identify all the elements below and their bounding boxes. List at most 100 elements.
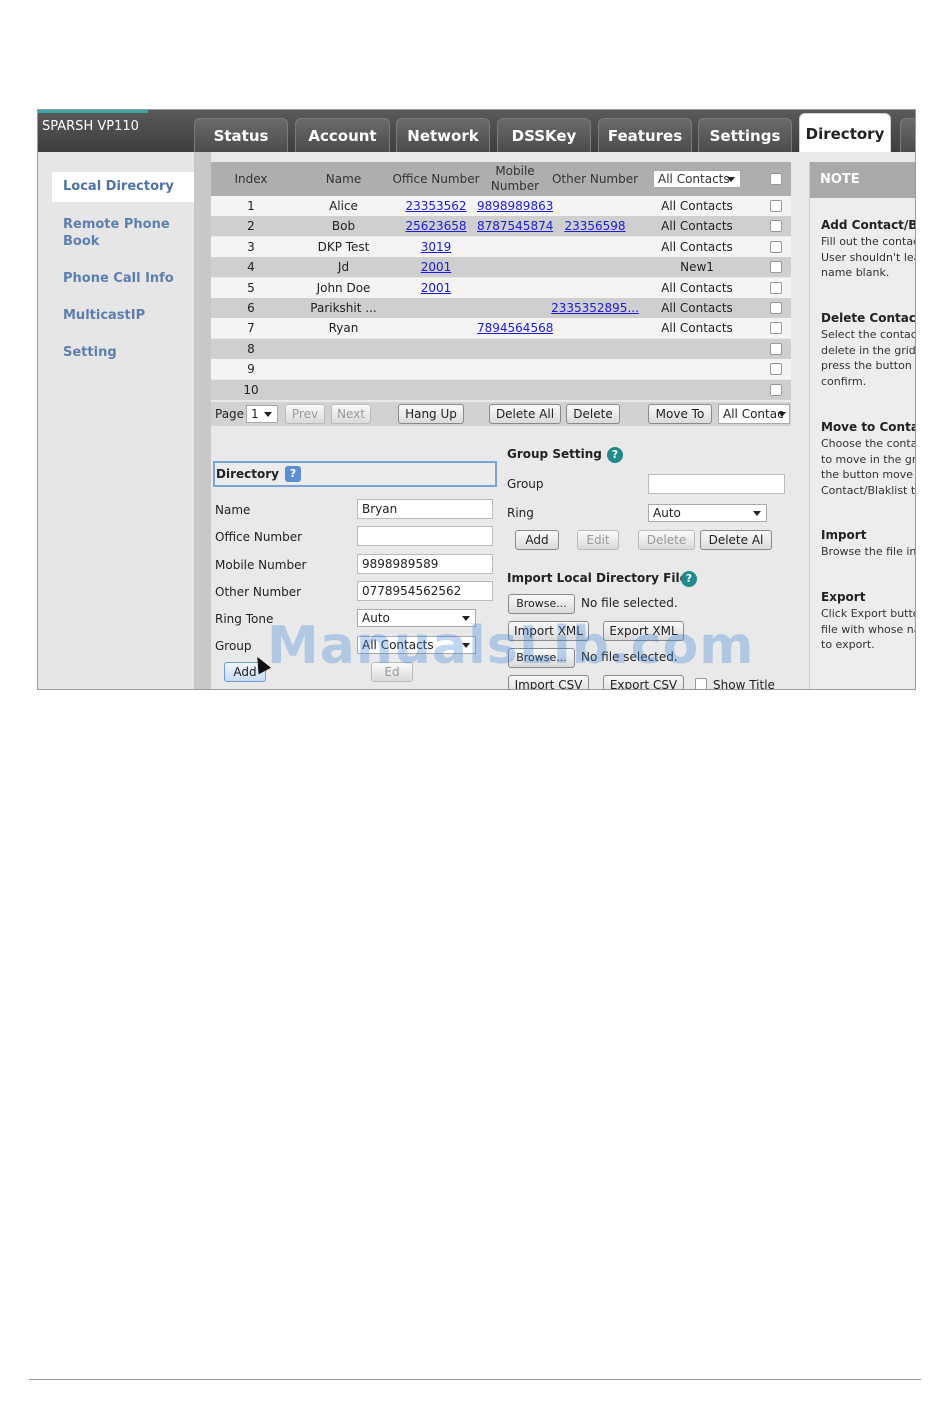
hang-up-button[interactable]: Hang Up [398, 404, 464, 424]
cell-office[interactable]: 2001 [391, 278, 481, 298]
export-csv-button[interactable]: Export CSV [603, 675, 684, 689]
select-all-checkbox[interactable] [770, 173, 782, 185]
cell-office[interactable]: 3019 [391, 237, 481, 257]
cell-name [301, 359, 386, 379]
tab-status[interactable]: Status [194, 118, 288, 152]
tab-dsskey[interactable]: DSSKey [497, 118, 591, 152]
table-row[interactable]: 2 Bob 25623658 8787545874 23356598 All Contac… [211, 216, 791, 237]
gs-group-label: Group [507, 477, 544, 491]
import-csv-button[interactable]: Import CSV [508, 675, 589, 689]
cell-mobile[interactable] [477, 278, 553, 298]
cell-mobile[interactable]: 8787545874 [477, 216, 553, 236]
row-checkbox[interactable] [770, 261, 782, 274]
tab-overflow[interactable] [900, 118, 915, 152]
cell-other[interactable] [549, 196, 641, 216]
show-title-checkbox[interactable] [695, 678, 707, 689]
mobile-number-input[interactable]: 9898989589 [357, 554, 493, 574]
cell-other[interactable] [549, 339, 641, 359]
help-icon[interactable]: ? [681, 571, 697, 587]
cell-office[interactable] [391, 318, 481, 338]
gs-ring-select[interactable]: Auto [648, 504, 767, 522]
tab-account[interactable]: Account [295, 118, 390, 152]
cell-mobile[interactable] [477, 359, 553, 379]
help-icon[interactable]: ? [285, 466, 301, 482]
next-button[interactable]: Next [331, 404, 371, 424]
cell-office[interactable]: 2001 [391, 257, 481, 277]
delete-button[interactable]: Delete [566, 404, 620, 424]
name-input[interactable]: Bryan [357, 499, 493, 519]
sidebar-item-phone-call-info[interactable]: Phone Call Info [63, 270, 205, 287]
cell-office[interactable]: 25623658 [391, 216, 481, 236]
group-filter-select[interactable]: All Contacts [653, 170, 741, 188]
cell-office[interactable] [391, 380, 481, 400]
cell-office[interactable] [391, 359, 481, 379]
row-checkbox[interactable] [770, 220, 782, 233]
cell-other[interactable] [549, 257, 641, 277]
table-row[interactable]: 6 Parikshit ... 2335352895... All Contacts [211, 298, 791, 318]
tab-features[interactable]: Features [598, 118, 692, 152]
browse-button[interactable]: Browse... [508, 594, 575, 614]
move-target-select[interactable]: All Contac [718, 404, 790, 424]
cell-group: All Contacts [661, 219, 733, 234]
cell-mobile[interactable] [477, 237, 553, 257]
move-to-button[interactable]: Move To [648, 404, 712, 424]
prev-button[interactable]: Prev [285, 404, 325, 424]
group-setting-title: Group Setting [507, 447, 602, 461]
sidebar-item-local-directory[interactable]: Local Directory [52, 172, 194, 202]
cell-other[interactable] [549, 318, 641, 338]
row-checkbox[interactable] [770, 322, 782, 335]
cell-other[interactable] [549, 237, 641, 257]
sidebar-item-multicastip[interactable]: MulticastIP [63, 307, 205, 324]
cell-mobile[interactable]: 7894564568 [477, 318, 553, 338]
office-number-input[interactable] [357, 526, 493, 546]
cell-name: Parikshit ... [310, 301, 377, 315]
row-checkbox[interactable] [770, 281, 782, 294]
chevron-down-icon [753, 511, 761, 516]
table-row[interactable]: 4 Jd 2001 New1 [211, 257, 791, 278]
table-header: Index Name Office Number Mobile Number O… [211, 162, 791, 196]
sidebar-item-setting[interactable]: Setting [63, 344, 205, 361]
row-checkbox[interactable] [770, 302, 782, 314]
row-checkbox[interactable] [770, 383, 782, 396]
cell-other[interactable] [549, 278, 641, 298]
cell-office[interactable] [391, 339, 481, 359]
cell-index: 3 [247, 239, 255, 254]
cell-other[interactable]: 2335352895... [549, 298, 641, 318]
other-number-input[interactable]: 0778954562562 [357, 581, 493, 601]
delete-all-button[interactable]: Delete All [489, 404, 561, 424]
cell-mobile[interactable] [477, 257, 553, 277]
cell-office[interactable] [391, 298, 481, 318]
gs-edit-button[interactable]: Edit [577, 530, 619, 550]
table-row[interactable]: 8 [211, 338, 791, 359]
cell-other[interactable] [549, 380, 641, 400]
cell-other[interactable] [549, 359, 641, 379]
sidebar-item-remote-phone-book[interactable]: Remote Phone Book [63, 216, 173, 250]
cell-mobile[interactable] [477, 298, 553, 318]
gs-group-input[interactable] [648, 474, 785, 494]
cell-mobile[interactable] [477, 339, 553, 359]
row-checkbox[interactable] [770, 200, 782, 212]
gs-add-button[interactable]: Add [515, 530, 559, 550]
help-icon[interactable]: ? [607, 447, 623, 463]
gs-delete-all-button[interactable]: Delete Al [700, 530, 772, 550]
table-row[interactable]: 3 DKP Test 3019 All Contacts [211, 236, 791, 257]
cell-mobile[interactable]: 9898989863 [477, 196, 553, 216]
row-checkbox[interactable] [770, 342, 782, 355]
table-row[interactable]: 9 [211, 359, 791, 380]
row-checkbox[interactable] [770, 240, 782, 253]
row-checkbox[interactable] [770, 363, 782, 376]
table-row[interactable]: 7 Ryan 7894564568 All Contacts [211, 318, 791, 339]
cell-other[interactable]: 23356598 [549, 216, 641, 236]
tab-network[interactable]: Network [396, 118, 490, 152]
tab-directory[interactable]: Directory [799, 113, 891, 152]
table-row[interactable]: 5 John Doe 2001 All Contacts [211, 277, 791, 298]
table-row[interactable]: 1 Alice 23353562 9898989863 All Contacts [211, 196, 791, 216]
gs-delete-button[interactable]: Delete [638, 530, 695, 550]
table-row[interactable]: 10 [211, 379, 791, 400]
tab-settings[interactable]: Settings [698, 118, 792, 152]
other-number-label: Other Number [215, 585, 302, 599]
import-title: Import Local Directory File [507, 571, 688, 585]
page-select[interactable]: 1 [246, 405, 278, 423]
cell-office[interactable]: 23353562 [391, 196, 481, 216]
cell-mobile[interactable] [477, 380, 553, 400]
